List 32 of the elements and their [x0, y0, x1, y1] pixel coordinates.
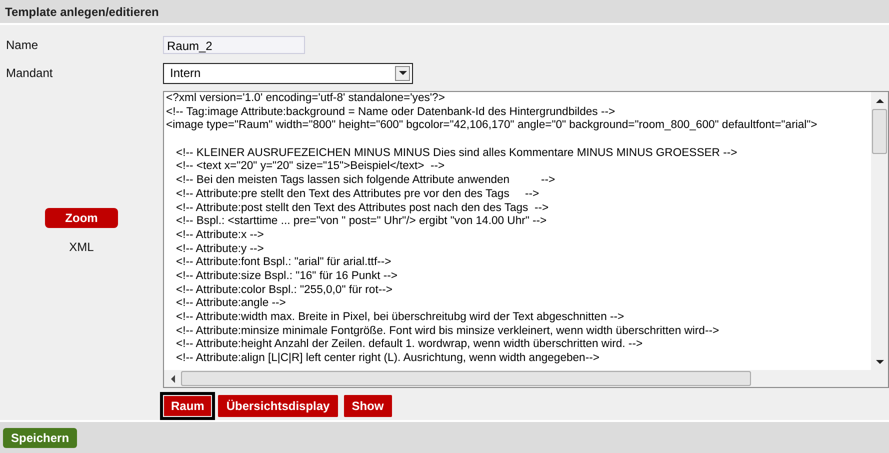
code-line: <!-- Tag:image Attribute:background = Name oder Datenbank-Id des Hintergrundbildes -->: [166, 106, 616, 120]
field-label: Mandant: [5, 66, 54, 80]
code-line: <!-- Attribute:align [L|C|R] left center right (L). Ausrichtung, wenn width angegeben-->: [175, 352, 600, 366]
code-line: <!-- <text x="20" y="20" size="15">Beispiel</text> -->: [175, 160, 446, 174]
code-line: <!-- Attribute:minsize minimale Fontgröße. Font wird bis minsize verkleinert, wenn width überschritten wird-->: [175, 324, 720, 338]
code-line: <!-- Attribute:y -->: [175, 242, 265, 256]
code-line: <!-- Attribute:angle -->: [175, 297, 287, 311]
horizontal-scrollbar[interactable]: [164, 370, 888, 387]
zoom-button[interactable]: Zoom: [45, 208, 118, 228]
template-tab[interactable]: Raum: [160, 392, 216, 420]
page-title: Template anlegen/editieren: [5, 4, 159, 18]
name-field[interactable]: Raum_2: [163, 36, 305, 54]
template-tab[interactable]: Übersichtsdisplay: [215, 392, 341, 420]
code-line: <!-- Attribute:font Bspl.: "arial" für arial.ttf-->: [175, 256, 392, 270]
code-line: <!-- Attribute:size Bspl.: "16" für 16 Punkt -->: [175, 270, 399, 284]
field-label: Name: [5, 38, 40, 52]
code-line: <image type="Raum" width="800" height="600" bgcolor="42,106,170" angle="0" background="room_800_600" defaultfont="arial">: [166, 119, 818, 134]
code-line: <!-- Bspl.: <starttime ... pre="von " post=" Uhr"/> ergibt "von 14.00 Uhr" -->: [175, 215, 548, 229]
code-line: <!-- Attribute:color Bspl.: "255,0,0" für rot-->: [175, 284, 394, 298]
code-line: <!-- KLEINER AUSRUFEZEICHEN MINUS MINUS Dies sind alles Kommentare MINUS MINUS GROESSER -->: [175, 146, 738, 160]
save-button[interactable]: Speichern: [3, 428, 78, 448]
xml-label: XML: [69, 240, 94, 254]
mandant-dropdown[interactable]: Intern: [163, 62, 413, 84]
code-line: <!-- Attribute:x -->: [175, 228, 265, 243]
code-line: <!-- Bei den meisten Tags lassen sich folgende Attribute anwenden -->: [175, 174, 556, 188]
vertical-scrollbar[interactable]: [871, 92, 888, 370]
code-line: <!-- Attribute:height Anzahl der Zeilen. default 1. wordwrap, wenn width überschritten wird. -->: [175, 338, 644, 352]
code-line: <!-- Attribute:pre stellt den Text des Attributes pre vor den des Tags -->: [175, 188, 540, 202]
code-line: <!-- Attribute:width max. Breite in Pixel, bei überschreitubg wird der Text abgeschnitten -->: [175, 311, 626, 325]
code-line: <!-- Attribute:post stellt den Text des Attributes post nach den des Tags -->: [175, 202, 550, 216]
code-line: <?xml version='1.0' encoding='utf-8' standalone='yes'?>: [166, 92, 446, 106]
xml-editor[interactable]: [163, 91, 889, 388]
